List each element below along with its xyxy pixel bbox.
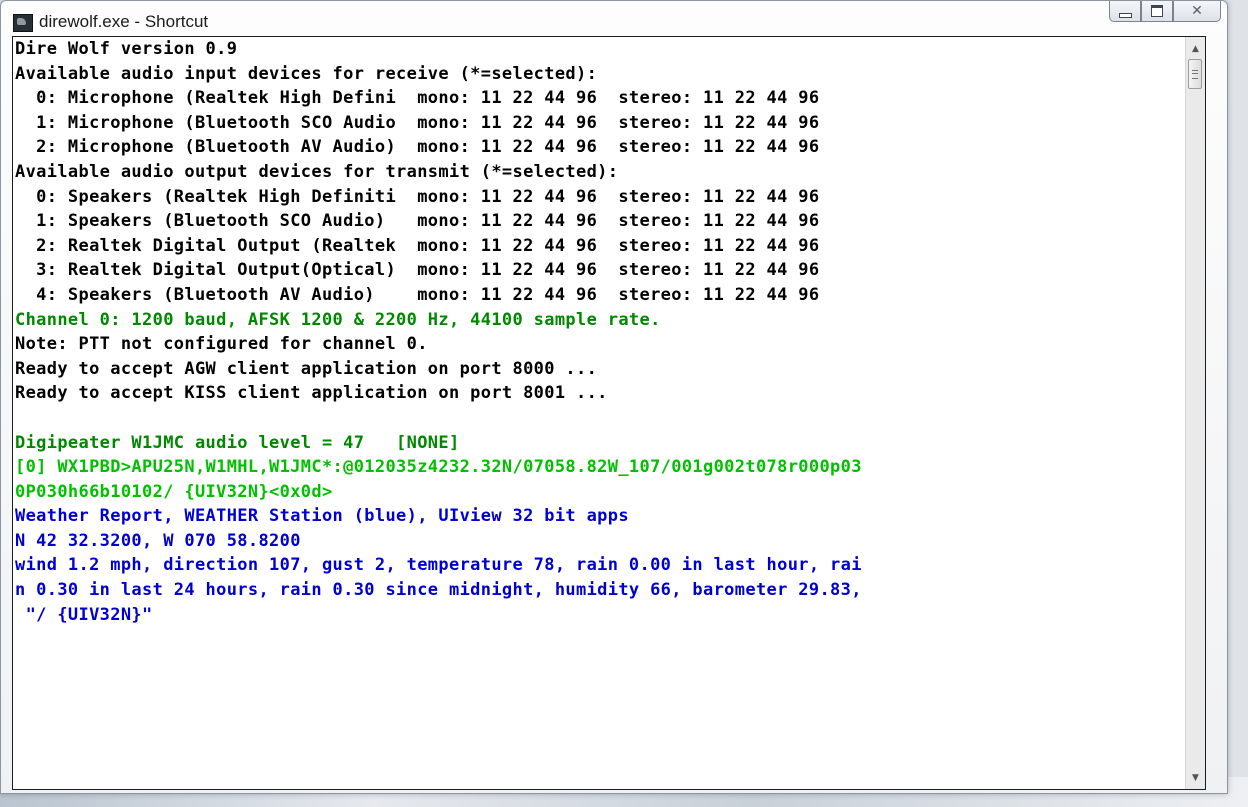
console-line: Ready to accept KISS client application …	[15, 383, 608, 404]
title-bar[interactable]: direwolf.exe - Shortcut ✕	[1, 1, 1227, 35]
console-line: Note: PTT not configured for channel 0.	[15, 334, 428, 355]
console-line: Dire Wolf version 0.9	[15, 39, 238, 59]
console-line: Available audio output devices for trans…	[15, 161, 619, 182]
console-line: 1: Speakers (Bluetooth SCO Audio) mono: …	[15, 211, 820, 232]
scroll-down-arrow-icon[interactable]: ▼	[1186, 768, 1205, 787]
console-line: wind 1.2 mph, direction 107, gust 2, tem…	[15, 555, 862, 576]
window-title: direwolf.exe - Shortcut	[39, 12, 209, 31]
console-line: 0: Microphone (Realtek High Defini mono:…	[15, 88, 820, 109]
close-icon: ✕	[1191, 3, 1203, 19]
console-window[interactable]: direwolf.exe - Shortcut ✕ Dire Wolf vers…	[0, 0, 1228, 794]
minimize-icon	[1118, 12, 1132, 18]
console-line: Available audio input devices for receiv…	[15, 63, 598, 84]
console-line: N 42 32.3200, W 070 58.8200	[15, 530, 301, 551]
scroll-grip-icon	[1192, 69, 1198, 79]
close-button[interactable]: ✕	[1173, 1, 1221, 22]
console-line: Channel 0: 1200 baud, AFSK 1200 & 2200 H…	[15, 309, 661, 330]
console-line: 0: Speakers (Realtek High Definiti mono:…	[15, 186, 820, 207]
maximize-icon	[1151, 5, 1163, 17]
maximize-button[interactable]	[1141, 1, 1173, 22]
console-line: 2: Microphone (Bluetooth AV Audio) mono:…	[15, 137, 820, 158]
console-output[interactable]: Dire Wolf version 0.9 Available audio inp…	[12, 36, 1206, 790]
console-line: Weather Report, WEATHER Station (blue), …	[15, 506, 629, 527]
console-line: 4: Speakers (Bluetooth AV Audio) mono: 1…	[15, 284, 820, 305]
vertical-scrollbar[interactable]: ▲ ▼	[1185, 37, 1205, 789]
console-line: 3: Realtek Digital Output(Optical) mono:…	[15, 260, 820, 281]
console-line: [0] WX1PBD>APU25N,W1MHL,W1JMC*:@012035z4…	[15, 457, 862, 478]
scroll-up-arrow-icon[interactable]: ▲	[1186, 39, 1205, 58]
console-line: 0P030h66b10102/ {UIV32N}<0x0d>	[15, 481, 333, 502]
minimize-button[interactable]	[1109, 1, 1141, 22]
console-line: 1: Microphone (Bluetooth SCO Audio mono:…	[15, 112, 820, 133]
console-line: Digipeater W1JMC audio level = 47 [NONE]	[15, 432, 460, 453]
scroll-thumb[interactable]	[1188, 59, 1202, 89]
direwolf-app-icon[interactable]	[13, 14, 33, 32]
console-text-area[interactable]: Dire Wolf version 0.9 Available audio inp…	[15, 37, 1185, 789]
console-line: "/ {UIV32N}"	[15, 604, 153, 625]
console-line: Ready to accept AGW client application o…	[15, 358, 598, 379]
caption-buttons: ✕	[1109, 1, 1221, 23]
console-line: n 0.30 in last 24 hours, rain 0.30 since…	[15, 580, 862, 601]
console-line: 2: Realtek Digital Output (Realtek mono:…	[15, 235, 820, 256]
